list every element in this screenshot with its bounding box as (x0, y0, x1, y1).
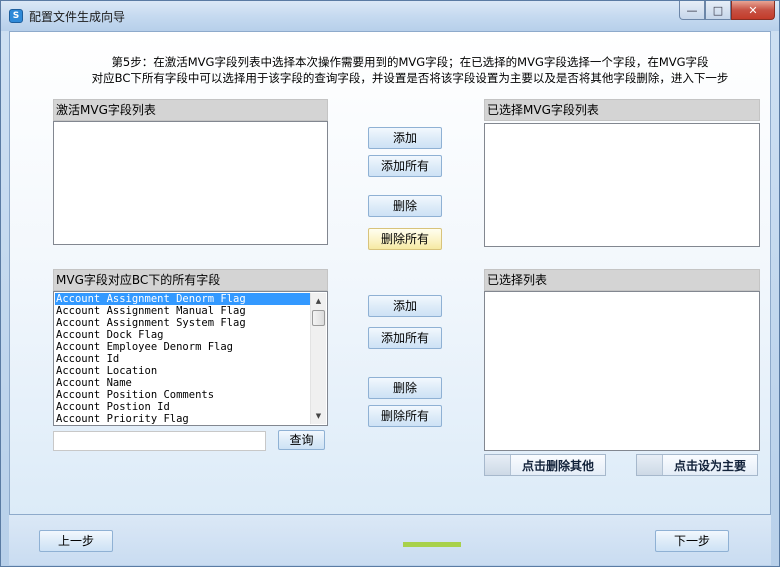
wizard-footer: 上一步 下一步 (9, 515, 771, 565)
remove-field-button[interactable]: 删除 (368, 377, 442, 399)
delete-others-button[interactable]: 点击删除其他 (484, 454, 606, 476)
bc-fields-header: MVG字段对应BC下的所有字段 (53, 269, 328, 291)
list-item[interactable]: Account Assignment Manual Flag (55, 305, 310, 317)
search-input[interactable] (53, 431, 266, 451)
step-instructions: 第5步：在激活MVG字段列表中选择本次操作需要用到的MVG字段；在已选择的MVG… (10, 54, 770, 86)
list-item[interactable]: Account Assignment Denorm Flag (55, 293, 310, 305)
wizard-window: S 配置文件生成向导 — □ ✕ 第5步：在激活MVG字段列表中选择本次操作需要… (0, 0, 780, 567)
remove-button[interactable]: 删除 (368, 195, 442, 217)
add-all-fields-button[interactable]: 添加所有 (368, 327, 442, 349)
scroll-thumb[interactable] (312, 310, 325, 326)
app-icon: S (9, 9, 23, 23)
delete-others-label: 点击删除其他 (521, 458, 594, 473)
bc-fields-listbox[interactable]: Account Assignment Denorm Flag Account A… (53, 291, 328, 426)
set-primary-icon (637, 455, 663, 475)
selected-mvg-listbox[interactable] (484, 123, 760, 247)
step-progress-indicator (403, 542, 461, 547)
list-item[interactable]: Account Location (55, 365, 310, 377)
wizard-content: 第5步：在激活MVG字段列表中选择本次操作需要用到的MVG字段；在已选择的MVG… (9, 31, 771, 515)
vertical-scrollbar[interactable]: ▲ ▼ (310, 293, 326, 424)
selected-mvg-header: 已选择MVG字段列表 (484, 99, 760, 121)
active-mvg-header: 激活MVG字段列表 (53, 99, 328, 121)
close-button[interactable]: ✕ (731, 1, 775, 20)
add-all-button[interactable]: 添加所有 (368, 155, 442, 177)
list-item[interactable]: Account Dock Flag (55, 329, 310, 341)
next-step-button[interactable]: 下一步 (655, 530, 729, 552)
window-controls: — □ ✕ (679, 1, 775, 21)
list-item[interactable]: Account Postion Id (55, 401, 310, 413)
list-item[interactable]: Account Priority Flag (55, 413, 310, 424)
selected-list-header: 已选择列表 (484, 269, 760, 291)
window-title: 配置文件生成向导 (29, 10, 126, 24)
active-mvg-listbox[interactable] (53, 121, 328, 245)
prev-step-button[interactable]: 上一步 (39, 530, 113, 552)
list-item[interactable]: Account Name (55, 377, 310, 389)
scroll-up-icon[interactable]: ▲ (311, 293, 326, 309)
list-item[interactable]: Account Position Comments (55, 389, 310, 401)
scroll-down-icon[interactable]: ▼ (311, 408, 326, 424)
add-field-button[interactable]: 添加 (368, 295, 442, 317)
set-primary-button[interactable]: 点击设为主要 (636, 454, 758, 476)
remove-all-fields-button[interactable]: 删除所有 (368, 405, 442, 427)
remove-all-button[interactable]: 删除所有 (368, 228, 442, 250)
instruction-line-1: 第5步：在激活MVG字段列表中选择本次操作需要用到的MVG字段；在已选择的MVG… (111, 55, 709, 69)
delete-others-icon (485, 455, 511, 475)
list-item[interactable]: Account Id (55, 353, 310, 365)
maximize-button[interactable]: □ (705, 1, 731, 20)
instruction-line-2: 对应BC下所有字段中可以选择用于该字段的查询字段，并设置是否将该字段设置为主要以… (91, 71, 729, 85)
list-item[interactable]: Account Assignment System Flag (55, 317, 310, 329)
selected-listbox[interactable] (484, 291, 760, 451)
search-button[interactable]: 查询 (278, 430, 325, 450)
bc-fields-items: Account Assignment Denorm Flag Account A… (55, 293, 310, 424)
list-item[interactable]: Account Employee Denorm Flag (55, 341, 310, 353)
set-primary-label: 点击设为主要 (673, 458, 746, 473)
add-button[interactable]: 添加 (368, 127, 442, 149)
title-bar[interactable]: S 配置文件生成向导 — □ ✕ (1, 1, 779, 31)
minimize-button[interactable]: — (679, 1, 705, 20)
